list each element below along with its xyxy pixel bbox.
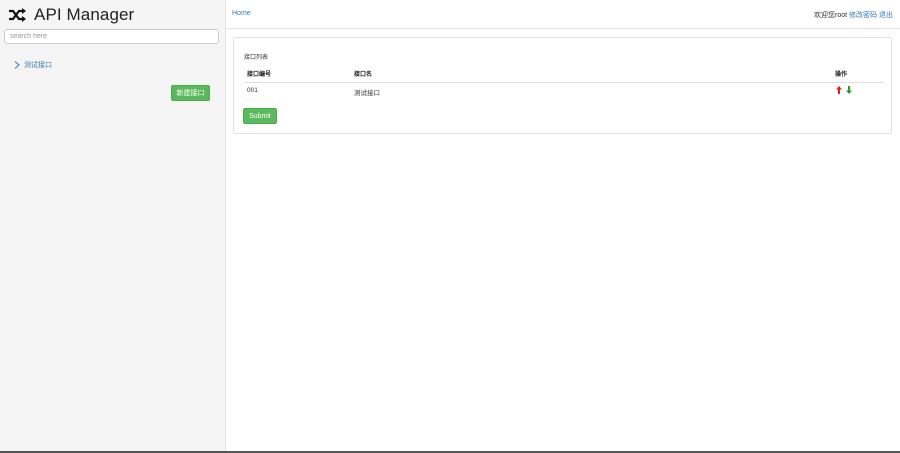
row-actions xyxy=(836,86,852,94)
column-header-actions: 操作 xyxy=(835,72,848,78)
sidebar-item-test-api[interactable]: 测试接口 xyxy=(14,60,52,70)
table-header: 接口编号 接口名 操作 xyxy=(244,68,884,83)
search-input[interactable] xyxy=(4,29,219,44)
sidebar: API Manager 测试接口 新建接口 xyxy=(0,0,226,452)
cell-name: 测试接口 xyxy=(354,90,380,97)
arrow-down-icon[interactable] xyxy=(846,86,852,94)
column-header-name: 接口名 xyxy=(354,72,373,78)
change-password-link[interactable]: 修改密码 xyxy=(849,12,877,19)
app-title: API Manager xyxy=(34,5,135,24)
api-list-panel: 接口列表 接口编号 接口名 操作 001 测试接口 Submit xyxy=(233,37,892,134)
arrow-up-icon[interactable] xyxy=(836,86,842,94)
chevron-right-icon xyxy=(14,61,20,69)
brand[interactable]: API Manager xyxy=(8,4,134,26)
new-api-button[interactable]: 新建接口 xyxy=(171,85,210,101)
submit-button[interactable]: Submit xyxy=(243,108,277,124)
sidebar-item-label: 测试接口 xyxy=(24,62,52,69)
column-header-id: 接口编号 xyxy=(247,72,272,78)
shuffle-icon xyxy=(9,8,26,22)
header-bar: Home 欢迎您root 修改密码 退出 xyxy=(226,0,900,29)
user-area: 欢迎您root 修改密码 退出 xyxy=(814,10,893,20)
cell-id: 001 xyxy=(247,87,258,94)
welcome-text: 欢迎您root xyxy=(814,12,848,19)
table-row: 001 测试接口 xyxy=(244,86,884,98)
panel-title: 接口列表 xyxy=(244,55,269,61)
home-link[interactable]: Home xyxy=(232,10,251,17)
logout-link[interactable]: 退出 xyxy=(879,12,893,19)
